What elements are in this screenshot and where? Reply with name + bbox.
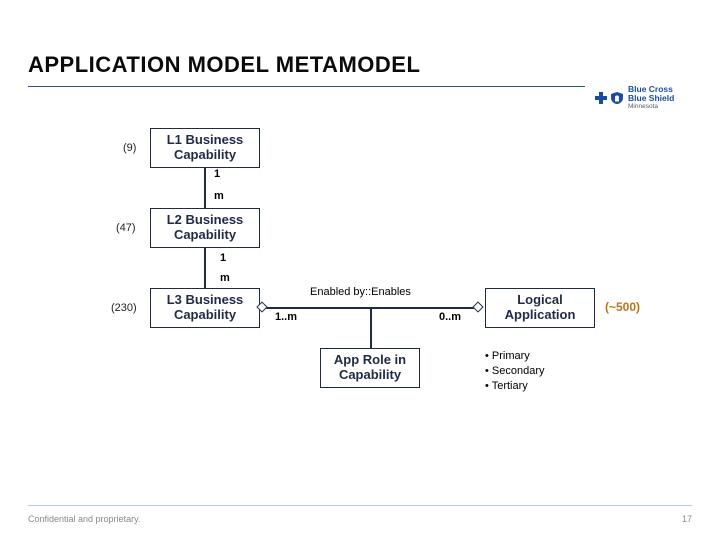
l3-capability-box: L3 Business Capability <box>150 288 260 328</box>
role-primary: Primary <box>492 350 530 362</box>
role-secondary: Secondary <box>492 365 545 377</box>
diamond-right <box>472 301 483 312</box>
card-m-a: m <box>214 190 224 202</box>
app-role-label: App Role in Capability <box>327 353 413 383</box>
logical-application-box: Logical Application <box>485 288 595 328</box>
l1-capability-label: L1 Business Capability <box>157 133 253 163</box>
l1-count: (9) <box>123 142 136 154</box>
role-tertiary: Tertiary <box>492 380 528 392</box>
logical-application-label: Logical Application <box>492 293 588 323</box>
logo-line2: Blue Shield <box>628 94 674 103</box>
app-role-box: App Role in Capability <box>320 348 420 388</box>
footer-rule <box>28 505 692 506</box>
l3-count: (230) <box>111 302 137 314</box>
app-count: (~500) <box>605 300 640 314</box>
conn-assoc-role <box>370 308 372 348</box>
l2-capability-label: L2 Business Capability <box>157 213 253 243</box>
l2-count: (47) <box>116 222 136 234</box>
card-right: 0..m <box>439 311 461 323</box>
confidential-footer: Confidential and proprietary. <box>28 514 140 524</box>
l3-capability-label: L3 Business Capability <box>157 293 253 323</box>
cross-icon <box>594 91 608 105</box>
shield-icon <box>610 91 624 105</box>
relation-label: Enabled by::Enables <box>310 286 411 298</box>
conn-l1-l2 <box>204 168 206 208</box>
roles-list: • Primary • Secondary • Tertiary <box>485 349 545 394</box>
page-title: APPLICATION MODEL METAMODEL <box>28 52 692 78</box>
card-1-a: 1 <box>214 168 220 180</box>
conn-l2-l3 <box>204 248 206 288</box>
brand-logo: Blue Cross Blue Shield Minnesota <box>594 82 692 114</box>
logo-sub: Minnesota <box>628 104 674 111</box>
l1-capability-box: L1 Business Capability <box>150 128 260 168</box>
card-left: 1..m <box>275 311 297 323</box>
card-1-b: 1 <box>220 252 226 264</box>
page-number: 17 <box>682 514 692 524</box>
title-rule <box>28 86 585 87</box>
l2-capability-box: L2 Business Capability <box>150 208 260 248</box>
card-m-b: m <box>220 272 230 284</box>
